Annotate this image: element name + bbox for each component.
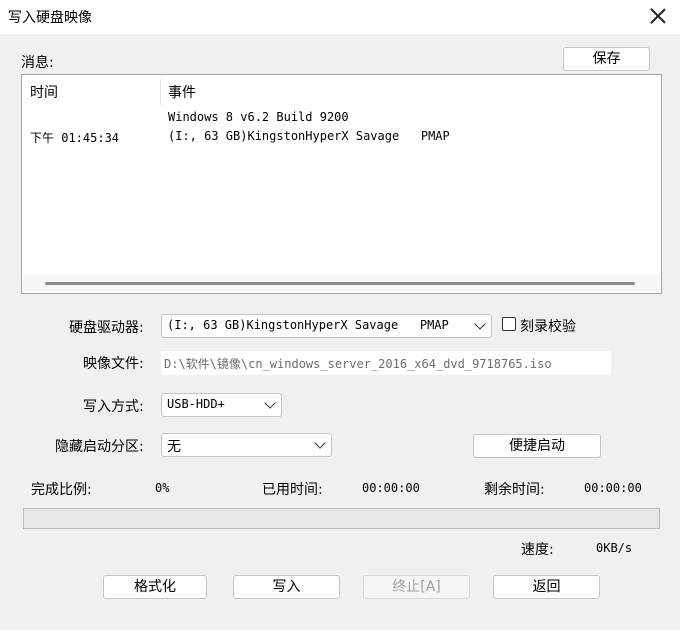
hidden-partition-select[interactable]: 无 (161, 433, 332, 457)
back-button[interactable]: 返回 (493, 575, 600, 599)
scrollbar-thumb[interactable] (45, 282, 635, 285)
column-header-event[interactable]: 事件 (168, 82, 196, 102)
hidden-partition-label: 隐藏启动分区: (55, 439, 144, 455)
drive-select[interactable]: (I:, 63 GB)KingstonHyperX Savage PMAP (161, 314, 492, 338)
title-bar: 写入硬盘映像 (0, 0, 680, 34)
log-row-event: (I:, 63 GB)KingstonHyperX Savage PMAP (168, 129, 450, 143)
stop-button[interactable]: 终止[A] (363, 575, 470, 599)
quick-boot-button[interactable]: 便捷启动 (473, 434, 601, 458)
verify-checkbox[interactable] (502, 317, 516, 331)
elapsed-time-label: 已用时间: (262, 482, 323, 498)
column-header-time[interactable]: 时间 (30, 82, 58, 102)
image-file-label: 映像文件: (83, 356, 144, 372)
chevron-down-icon (474, 318, 486, 330)
window-title: 写入硬盘映像 (8, 10, 92, 26)
progress-bar (23, 508, 660, 529)
column-divider[interactable] (160, 79, 161, 105)
drive-label: 硬盘驱动器: (69, 320, 144, 336)
messages-label: 消息: (21, 55, 54, 71)
verify-label[interactable]: 刻录校验 (520, 316, 576, 336)
image-file-field[interactable]: D:\软件\镜像\cn_windows_server_2016_x64_dvd_… (161, 351, 611, 375)
image-file-value: D:\软件\镜像\cn_windows_server_2016_x64_dvd_… (164, 357, 552, 371)
horizontal-scrollbar[interactable] (23, 274, 660, 292)
speed-label: 速度: (521, 542, 554, 558)
drive-select-value: (I:, 63 GB)KingstonHyperX Savage PMAP (167, 318, 449, 332)
elapsed-time-value: 00:00:00 (362, 481, 420, 495)
message-log[interactable]: 时间 事件 Windows 8 v6.2 Build 9200 下午 01:45… (21, 74, 662, 294)
chevron-down-icon (314, 437, 326, 449)
completion-ratio-label: 完成比例: (31, 482, 92, 498)
log-row-event: Windows 8 v6.2 Build 9200 (168, 110, 349, 124)
remaining-time-value: 00:00:00 (584, 481, 642, 495)
write-method-label: 写入方式: (83, 399, 144, 415)
hidden-partition-value: 无 (167, 439, 181, 455)
remaining-time-label: 剩余时间: (484, 482, 545, 498)
save-button[interactable]: 保存 (563, 47, 650, 71)
close-icon[interactable] (650, 8, 666, 24)
log-row-time: 下午 01:45:34 (30, 131, 120, 145)
speed-value: 0KB/s (596, 541, 633, 555)
write-method-value: USB-HDD+ (167, 397, 225, 411)
chevron-down-icon (264, 397, 276, 409)
write-button[interactable]: 写入 (233, 575, 340, 599)
completion-ratio-value: 0% (155, 481, 170, 495)
format-button[interactable]: 格式化 (103, 575, 207, 599)
write-method-select[interactable]: USB-HDD+ (161, 393, 282, 417)
